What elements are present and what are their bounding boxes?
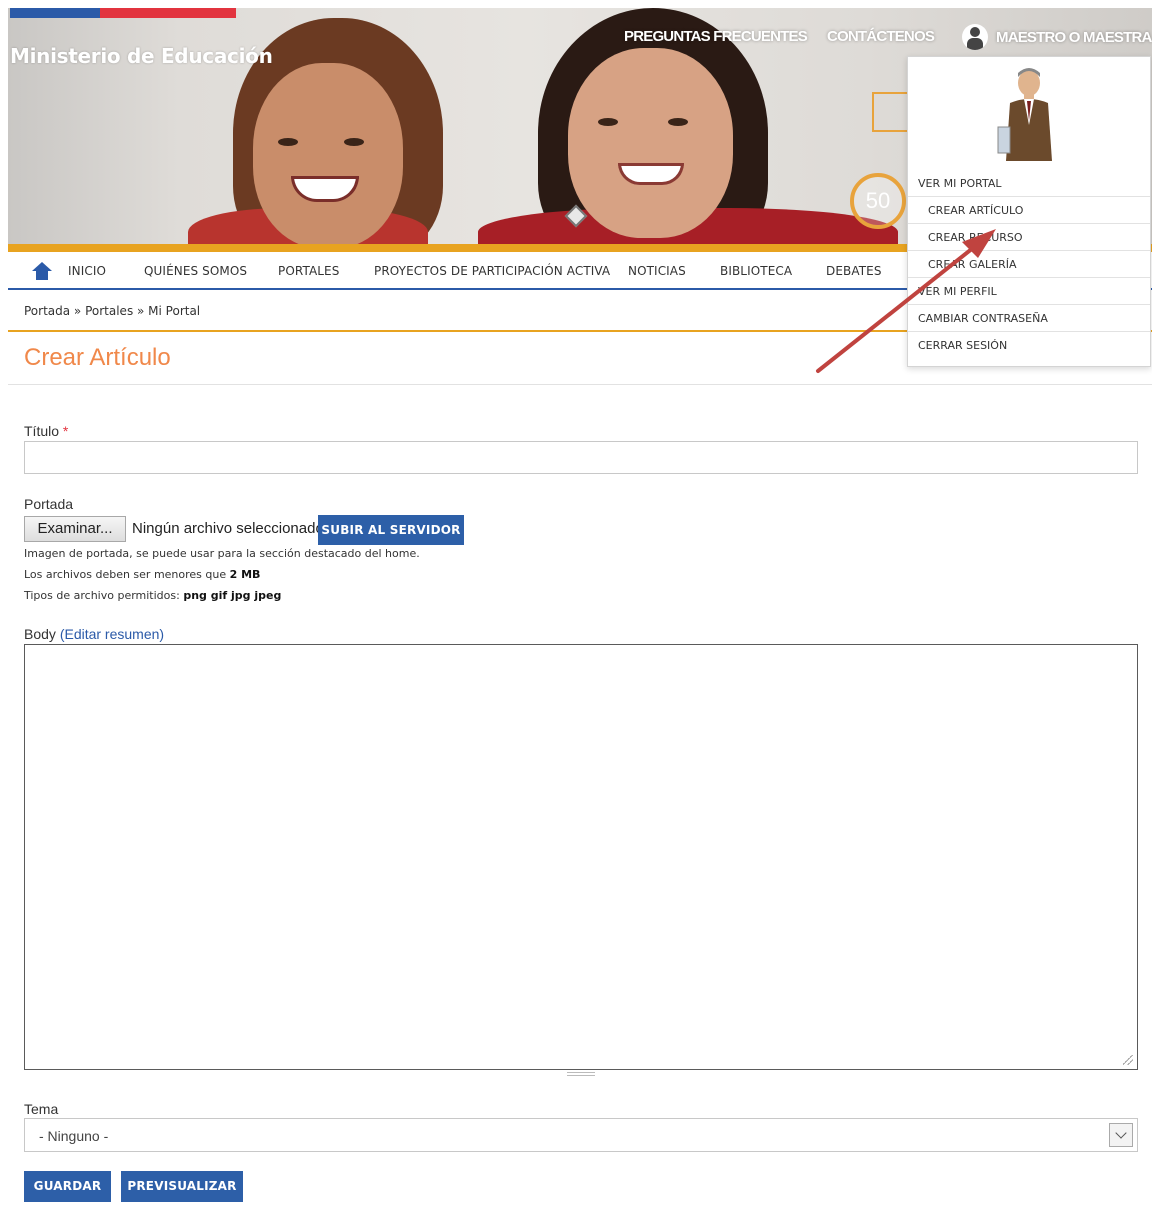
teacher-avatar-icon [997,68,1052,161]
title-input[interactable] [24,441,1138,474]
menu-item-crear-articulo[interactable]: CREAR ARTÍCULO [908,197,1150,224]
menu-item-ver-mi-portal[interactable]: VER MI PORTAL [908,170,1150,197]
nav-item-quienes-somos[interactable]: QUIÉNES SOMOS [144,264,247,278]
topic-select-value: - Ninguno - [39,1128,109,1144]
home-icon[interactable] [32,262,52,280]
file-types-help: Tipos de archivo permitidos: png gif jpg… [24,589,282,602]
user-name: MAESTRO O MAESTRA [996,28,1152,46]
user-avatar-icon [962,24,988,50]
cover-help-text: Imagen de portada, se puede usar para la… [24,547,420,560]
chevron-down-icon[interactable] [1109,1123,1133,1147]
menu-item-crear-galeria[interactable]: CREAR GALERÍA [908,251,1150,278]
top-links: PREGUNTAS FRECUENTES CONTÁCTENOS MAESTRO… [0,24,1152,52]
save-button[interactable]: GUARDAR [24,1171,111,1202]
nav-item-noticias[interactable]: NOTICIAS [628,264,686,278]
page-title: Crear Artículo [24,344,171,371]
topic-label: Tema [24,1101,59,1117]
menu-item-cambiar-contrasena[interactable]: CAMBIAR CONTRASEÑA [908,305,1150,332]
menu-item-crear-recurso[interactable]: CREAR RECURSO [908,224,1150,251]
cover-label: Portada [24,496,74,512]
file-size-help: Los archivos deben ser menores que 2 MB [24,568,261,581]
nav-item-proyectos[interactable]: PROYECTOS DE PARTICIPACIÓN ACTIVA [374,264,610,278]
nav-item-biblioteca[interactable]: BIBLIOTECA [720,264,792,278]
no-file-text: Ningún archivo seleccionado. [132,520,328,537]
nav-item-portales[interactable]: PORTALES [278,264,339,278]
user-menu-button[interactable]: MAESTRO O MAESTRA [962,24,1152,50]
divider [8,384,1152,385]
contact-link[interactable]: CONTÁCTENOS [827,28,935,45]
textarea-drag-handle[interactable] [567,1072,595,1076]
anniversary-badge: 50 [850,173,906,229]
resize-grip-icon[interactable] [1123,1055,1133,1065]
upload-button[interactable]: SUBIR AL SERVIDOR [318,515,464,545]
topic-select[interactable]: - Ninguno - [24,1118,1138,1152]
title-label: Título * [24,423,69,439]
menu-item-ver-mi-perfil[interactable]: VER MI PERFIL [908,278,1150,305]
faq-link[interactable]: PREGUNTAS FRECUENTES [624,28,808,45]
breadcrumb[interactable]: Portada » Portales » Mi Portal [24,304,200,318]
nav-item-inicio[interactable]: INICIO [68,264,106,278]
edit-summary-link[interactable]: (Editar resumen) [60,626,164,642]
required-mark: * [62,423,69,439]
browse-button[interactable]: Examinar... [24,516,126,542]
nav-item-debates[interactable]: DEBATES [826,264,882,278]
menu-item-cerrar-sesion[interactable]: CERRAR SESIÓN [908,332,1150,359]
user-dropdown-menu: VER MI PORTAL CREAR ARTÍCULO CREAR RECUR… [907,56,1151,367]
body-textarea[interactable] [24,644,1138,1070]
preview-button[interactable]: PREVISUALIZAR [121,1171,243,1202]
flag-stripe [10,8,236,18]
body-label: Body (Editar resumen) [24,626,165,642]
